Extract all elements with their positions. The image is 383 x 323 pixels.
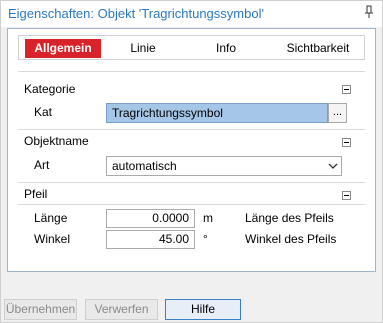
laenge-unit: m <box>203 211 213 225</box>
tab-allgemein[interactable]: Allgemein <box>25 39 101 58</box>
divider <box>18 204 365 205</box>
divider <box>18 129 365 130</box>
tab-bar: Allgemein Linie Info Sichtbarkeit <box>18 35 365 60</box>
browse-button[interactable]: ... <box>328 103 347 123</box>
laenge-label: Länge <box>34 211 68 225</box>
properties-content: Kategorie Kat Tragrichtungssymbol ... Ob… <box>18 71 365 264</box>
chevron-down-icon <box>328 163 338 169</box>
art-select[interactable]: automatisch <box>106 156 342 176</box>
divider <box>18 182 365 183</box>
winkel-label: Winkel <box>34 232 71 246</box>
group-header-objektname: Objektname <box>24 131 349 151</box>
tab-sichtbarkeit[interactable]: Sichtbarkeit <box>273 39 363 58</box>
properties-window: Eigenschaften: Objekt 'Tragrichtungssymb… <box>0 0 383 323</box>
laenge-description: Länge des Pfeils <box>245 211 334 225</box>
properties-panel: Allgemein Linie Info Sichtbarkeit Katego… <box>7 28 376 272</box>
winkel-description: Winkel des Pfeils <box>245 232 337 246</box>
group-header-kategorie: Kategorie <box>24 79 349 99</box>
apply-button[interactable]: Übernehmen <box>4 299 77 320</box>
tab-linie[interactable]: Linie <box>115 39 171 58</box>
winkel-input[interactable]: 45.00 <box>106 230 195 249</box>
art-select-value: automatisch <box>112 159 177 173</box>
title-bar: Eigenschaften: Objekt 'Tragrichtungssymb… <box>1 1 382 27</box>
pin-icon[interactable] <box>364 5 374 19</box>
discard-button[interactable]: Verwerfen <box>85 299 158 320</box>
help-button[interactable]: Hilfe <box>165 299 241 320</box>
kat-label: Kat <box>34 105 53 119</box>
kat-field[interactable]: Tragrichtungssymbol <box>106 103 328 123</box>
divider <box>18 71 365 72</box>
group-header-pfeil: Pfeil <box>24 184 349 204</box>
laenge-input[interactable]: 0.0000 <box>106 209 195 228</box>
winkel-unit: ° <box>203 232 208 246</box>
collapse-icon[interactable] <box>342 138 351 147</box>
window-title: Eigenschaften: Objekt 'Tragrichtungssymb… <box>8 6 264 21</box>
tab-info[interactable]: Info <box>199 39 253 58</box>
collapse-icon[interactable] <box>342 85 351 94</box>
collapse-icon[interactable] <box>342 191 351 200</box>
art-label: Art <box>34 158 50 172</box>
